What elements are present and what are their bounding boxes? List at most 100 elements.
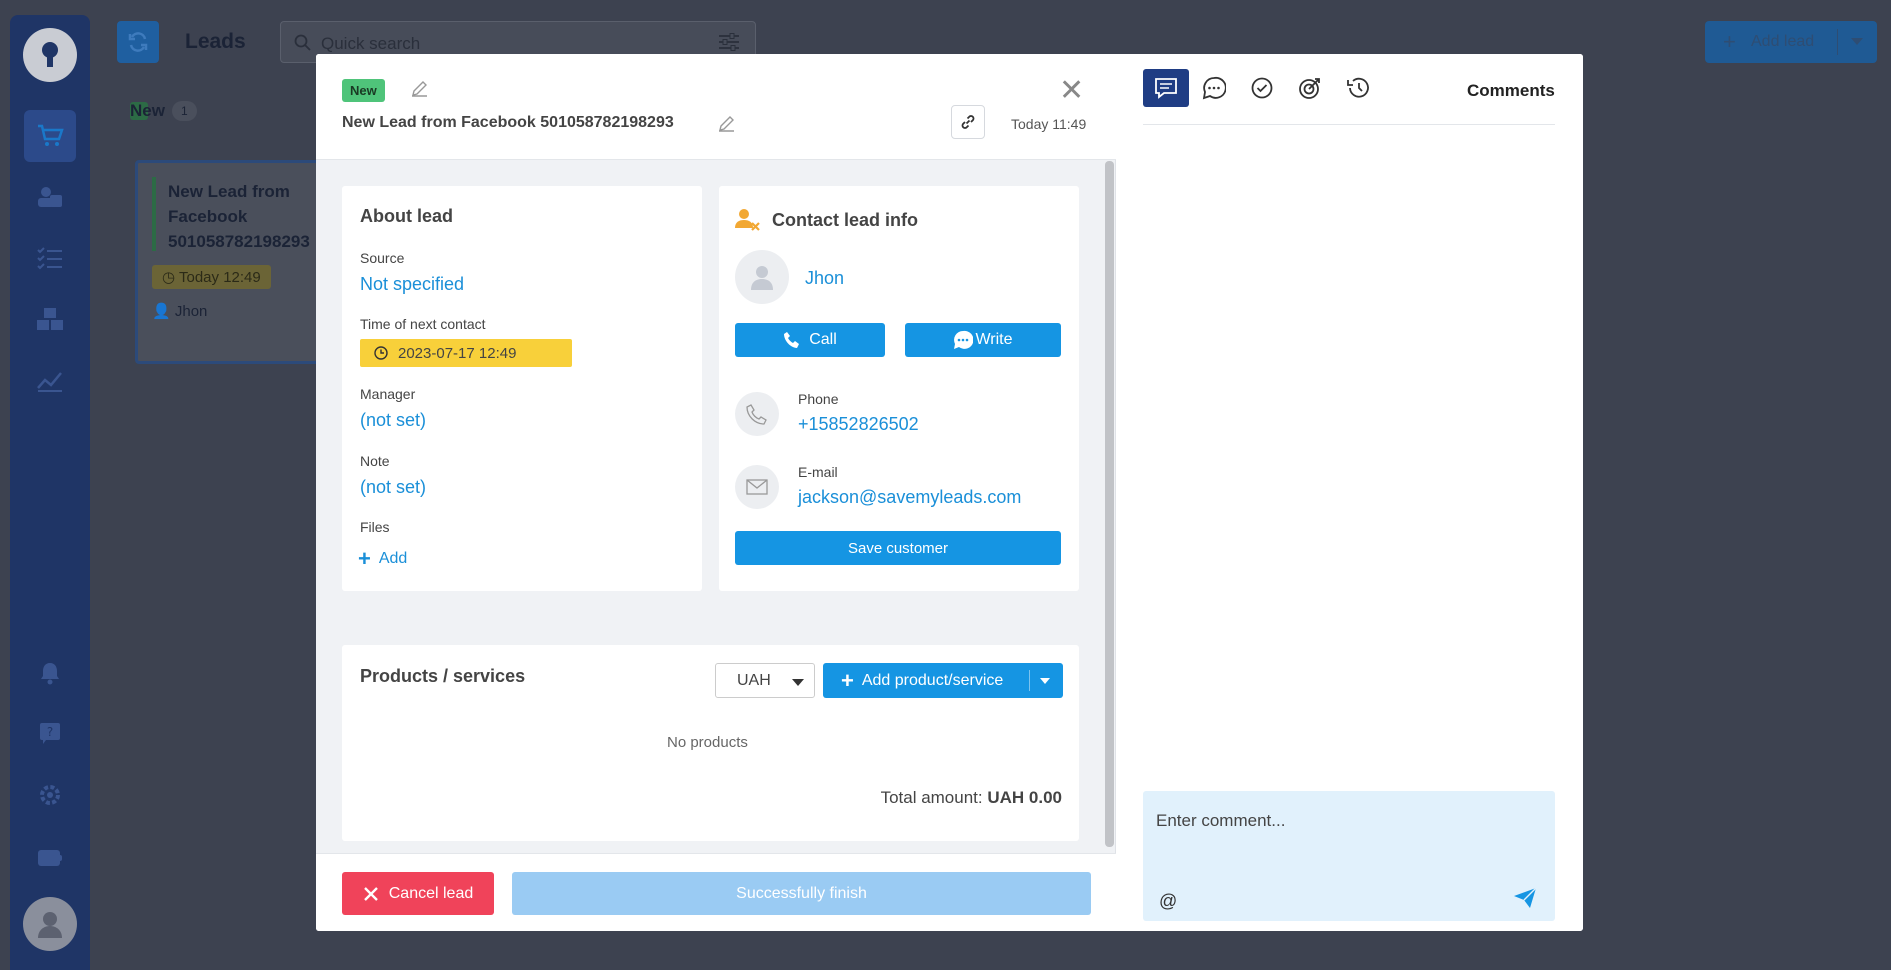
cancel-lead-button[interactable]: Cancel lead — [342, 872, 494, 915]
call-button[interactable]: Call — [735, 323, 885, 357]
finish-lead-label: Successfully finish — [736, 884, 867, 902]
phone-icon — [746, 404, 767, 425]
divider — [1029, 670, 1030, 691]
email-label: E-mail — [798, 464, 838, 480]
cancel-lead-label: Cancel lead — [388, 884, 474, 902]
source-label: Source — [360, 250, 405, 266]
divider — [1143, 124, 1555, 125]
note-value[interactable]: (not set) — [360, 477, 426, 498]
activity-pane: Comments Enter comment... @ — [1117, 54, 1583, 931]
user-avatar[interactable] — [23, 897, 77, 951]
lead-modal: New New Lead from Facebook 5010587821982… — [316, 54, 1583, 931]
products-card: Products / services UAH + Add product/se… — [342, 645, 1079, 841]
add-product-button[interactable]: + Add product/service — [823, 663, 1063, 698]
lead-card[interactable]: New Lead from Facebook 501058782198293 ◷… — [135, 160, 320, 364]
column-count: 1 — [172, 101, 197, 121]
email-value[interactable]: jackson@savemyleads.com — [798, 487, 1021, 508]
currency-value: UAH — [737, 671, 771, 689]
files-label: Files — [360, 519, 390, 535]
lead-details-pane: New New Lead from Facebook 5010587821982… — [316, 54, 1116, 931]
modal-footer: Cancel lead Successfully finish — [316, 853, 1116, 931]
card-manager-name: Jhon — [174, 303, 208, 320]
manager-value[interactable]: (not set) — [360, 410, 426, 431]
key-icon[interactable] — [23, 28, 77, 82]
total-label: Total amount: — [880, 788, 983, 807]
source-value[interactable]: Not specified — [360, 274, 464, 295]
total-amount: Total amount: UAH 0.00 — [881, 788, 1062, 808]
created-date: Today 11:49 — [1011, 116, 1087, 132]
mention-icon[interactable]: @ — [1159, 891, 1177, 912]
contact-avatar — [735, 250, 789, 304]
modal-header: New New Lead from Facebook 5010587821982… — [316, 54, 1116, 160]
about-lead-card: About lead Source Not specified Time of … — [342, 186, 702, 591]
add-file-button[interactable]: + Add — [358, 548, 407, 570]
page-title: Leads — [185, 30, 246, 53]
note-label: Note — [360, 453, 390, 469]
save-customer-button[interactable]: Save customer — [735, 531, 1061, 565]
contact-info-card: Contact lead info Jhon Call Write Phone … — [719, 186, 1079, 591]
chevron-down-icon — [792, 679, 804, 686]
add-lead-button[interactable]: + Add lead — [1705, 21, 1877, 63]
write-button[interactable]: Write — [905, 323, 1061, 357]
status-badge[interactable]: New — [342, 79, 385, 102]
tasks-icon[interactable] — [24, 232, 76, 284]
card-status-bar — [152, 177, 156, 251]
svg-text:?: ? — [47, 725, 53, 739]
add-lead-label: Add lead — [1751, 33, 1815, 50]
refresh-icon[interactable] — [117, 21, 159, 63]
comment-input[interactable]: Enter comment... @ — [1143, 791, 1555, 921]
close-icon — [363, 886, 378, 901]
comment-placeholder: Enter comment... — [1156, 811, 1286, 830]
cart-icon[interactable] — [24, 110, 76, 162]
target-icon — [1299, 78, 1320, 99]
next-contact-text: 2023-07-17 12:49 — [398, 344, 517, 362]
chevron-down-icon[interactable] — [1851, 38, 1863, 45]
copy-link-button[interactable] — [951, 105, 985, 139]
tab-comments[interactable] — [1143, 69, 1189, 107]
chat-bubble-icon — [954, 330, 974, 349]
filter-icon[interactable] — [718, 33, 740, 51]
column-name: New — [130, 101, 165, 120]
search-icon — [294, 34, 311, 51]
help-icon[interactable]: ? — [24, 707, 76, 759]
column-header-new: New 1 — [130, 101, 197, 121]
history-icon — [1347, 77, 1369, 98]
next-contact-value[interactable]: 2023-07-17 12:49 — [360, 339, 572, 367]
divider — [1837, 29, 1838, 55]
phone-icon-circle — [735, 392, 779, 436]
boxes-icon[interactable] — [24, 293, 76, 345]
analytics-icon[interactable] — [24, 354, 76, 406]
contact-unlinked-icon — [735, 209, 760, 231]
plus-icon: + — [358, 546, 371, 571]
contacts-icon[interactable] — [24, 171, 76, 223]
edit-title-icon[interactable] — [718, 115, 735, 132]
wallet-icon[interactable] — [24, 831, 76, 883]
tab-messages[interactable] — [1191, 69, 1237, 107]
check-circle-icon — [1251, 77, 1273, 99]
send-icon[interactable] — [1513, 887, 1537, 909]
phone-value[interactable]: +15852826502 — [798, 414, 919, 435]
chevron-down-icon[interactable] — [1040, 678, 1050, 684]
finish-lead-button[interactable]: Successfully finish — [512, 872, 1091, 915]
gear-icon[interactable] — [24, 769, 76, 821]
bell-icon[interactable] — [24, 647, 76, 699]
card-manager: 👤 Jhon — [152, 303, 208, 320]
lead-title: New Lead from Facebook 501058782198293 — [342, 114, 674, 131]
products-heading: Products / services — [360, 666, 526, 686]
card-due: Today 12:49 — [179, 269, 261, 286]
link-icon — [961, 115, 975, 129]
currency-select[interactable]: UAH — [715, 663, 815, 698]
chat-bubble-icon — [1202, 76, 1226, 100]
scrollbar[interactable] — [1105, 161, 1114, 847]
contact-name[interactable]: Jhon — [805, 268, 844, 289]
plus-icon: + — [841, 667, 854, 693]
plus-icon: + — [1723, 29, 1736, 54]
manager-label: Manager — [360, 386, 416, 402]
search-placeholder: Quick search — [321, 34, 421, 53]
edit-status-icon[interactable] — [411, 80, 428, 97]
tab-history[interactable] — [1335, 69, 1381, 107]
close-icon[interactable]: ✕ — [1059, 76, 1084, 106]
tab-tasks[interactable] — [1239, 69, 1285, 107]
tab-goals[interactable] — [1287, 69, 1333, 107]
add-product-label: Add product/service — [861, 671, 1004, 689]
